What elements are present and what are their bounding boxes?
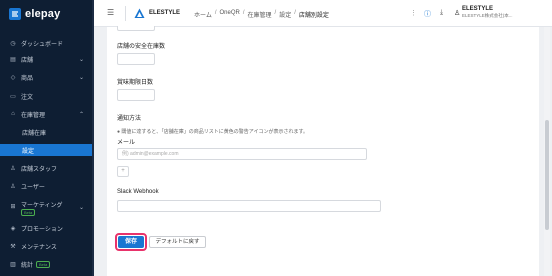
partial-input-field[interactable] [117,26,155,31]
logo-text: elepay [25,8,61,20]
chevron-down-icon: ⌄ [78,74,84,81]
top-header: ☰ ELESTYLE ホーム / OneQR / 在庫管理 / 設定 / 店舗別… [94,0,552,27]
user-icon[interactable]: ♙ [454,9,460,17]
store-icon: ▤ [10,56,16,63]
help-icon[interactable]: ⓘ [424,9,431,19]
email-label: メール [117,140,136,146]
sidebar-item-store-staff[interactable]: ♙ 店舗スタッフ [0,162,94,174]
chart-icon: ▥ [10,261,16,268]
sidebar-item-label: 店舗 [21,57,34,64]
sidebar-item-label: 統計 [21,262,34,269]
slack-webhook-label: Slack Webhook [117,189,159,195]
breadcrumb-item-settings[interactable]: 設定 [279,10,291,19]
warehouse-icon: ⌂ [11,111,15,117]
brand-logo-icon [134,8,145,18]
sidebar-item-users[interactable]: ♙ ユーザー [0,180,94,192]
breadcrumb-separator: / [294,10,296,16]
sidebar-subitem-label: 設定 [22,148,35,155]
expiry-days-input[interactable] [117,89,155,101]
user-company: ELESTYLE株式会社(本... [462,13,513,18]
bullet-icon: ● [117,129,121,135]
sidebar-item-label: 注文 [21,94,34,101]
sidebar-item-label: ダッシュボード [21,41,64,48]
beta-badge: Beta [21,209,36,216]
sidebar: elepay ◷ ダッシュボード ▤ 店舗 ⌄ ◇ 商品 ⌄ ▭ 注文 ⌂ 在庫… [0,0,94,276]
sidebar-item-label: プロモーション [21,226,63,233]
wrench-icon: ⚒ [10,243,16,250]
main-scrollbar-thumb[interactable] [545,120,549,230]
sidebar-item-inventory[interactable]: ⌂ 在庫管理 ⌃ [0,108,94,120]
gift-icon: ⊞ [10,204,16,210]
sidebar-item-orders[interactable]: ▭ 注文 [0,90,94,102]
sidebar-item-products[interactable]: ◇ 商品 ⌄ [0,71,94,83]
menu-icon[interactable]: ☰ [107,9,116,17]
notification-hint-text: 閾値に達すると、「店舗在庫」の商品リストに黄色の警告アイコンが表示されます。 [121,129,308,135]
breadcrumb-item-current: 店舗別設定 [298,13,329,19]
breadcrumb-separator: / [242,10,245,16]
chevron-down-icon: ⌄ [78,205,84,211]
sidebar-item-maintenance[interactable]: ⚒ メンテナンス [0,240,94,252]
chevron-down-icon: ⌄ [78,56,84,63]
tag-icon: ◇ [10,74,16,81]
breadcrumb-separator: / [214,10,217,16]
sidebar-item-label: マーケティング [21,203,63,209]
expiry-days-label: 賞味期限日数 [117,80,154,86]
beta-badge: Beta [36,260,51,268]
add-email-button[interactable]: + [117,166,129,177]
user-menu[interactable]: ELESTYLE ELESTYLE株式会社(本... [462,6,513,19]
sidebar-scrollbar[interactable] [92,0,94,276]
notification-hint: ● 閾値に達すると、「店舗在庫」の商品リストに黄色の警告アイコンが表示されます。 [117,128,308,135]
save-button[interactable]: 保存 [118,236,144,248]
sidebar-subitem-store-stock[interactable]: 店舗在庫 [0,126,94,138]
sidebar-item-dashboard[interactable]: ◷ ダッシュボード [0,37,94,49]
safety-stock-label: 店舗の安全在庫数 [117,44,166,50]
sidebar-item-label: 在庫管理 [21,112,46,119]
sidebar-item-label: メンテナンス [21,244,57,251]
sidebar-subitem-label: 店舗在庫 [22,130,47,137]
receipt-icon: ▭ [10,93,16,100]
chevron-up-icon: ⌃ [78,111,84,118]
sidebar-item-stores[interactable]: ▤ 店舗 ⌄ [0,53,94,65]
tag-icon: ◈ [10,225,16,232]
slack-webhook-input[interactable] [117,200,381,212]
sidebar-item-promotion[interactable]: ◈ プロモーション [0,222,94,234]
notification-label: 通知方法 [117,116,142,122]
safety-stock-input[interactable] [117,53,155,65]
sidebar-item-label: 店舗スタッフ [21,166,58,173]
sidebar-item-marketing[interactable]: ⊞ マーケティング Beta ⌄ [0,200,94,216]
app-logo[interactable]: elepay [9,8,60,20]
loading-icon: ⋮ [410,10,417,17]
sidebar-subitem-settings[interactable]: 設定 [0,144,94,156]
clock-icon: ◷ [10,40,16,47]
sidebar-item-label: ユーザー [21,184,45,191]
user-name: ELESTYLE [462,6,494,12]
download-icon[interactable]: ⤓ [440,9,443,17]
person-icon: ♙ [10,165,16,172]
person-icon: ♙ [10,183,16,190]
breadcrumb-item-home[interactable]: ホーム [194,10,212,19]
breadcrumb-item-oneqr[interactable]: OneQR [220,10,240,19]
divider [125,6,126,21]
reset-default-button[interactable]: デフォルトに戻す [149,236,206,248]
breadcrumb-item-inventory[interactable]: 在庫管理 [248,10,272,19]
breadcrumb-separator: / [274,10,277,16]
brand-name: ELESTYLE [149,10,181,16]
breadcrumb: ホーム / OneQR / 在庫管理 / 設定 / 店舗別設定 [194,10,329,19]
email-input[interactable]: 例) admin@example.com [117,148,367,160]
sidebar-item-statistics[interactable]: ▥ 統計 Beta [0,258,94,270]
sidebar-item-label: 商品 [21,75,34,82]
elepay-logo-icon [9,8,21,20]
